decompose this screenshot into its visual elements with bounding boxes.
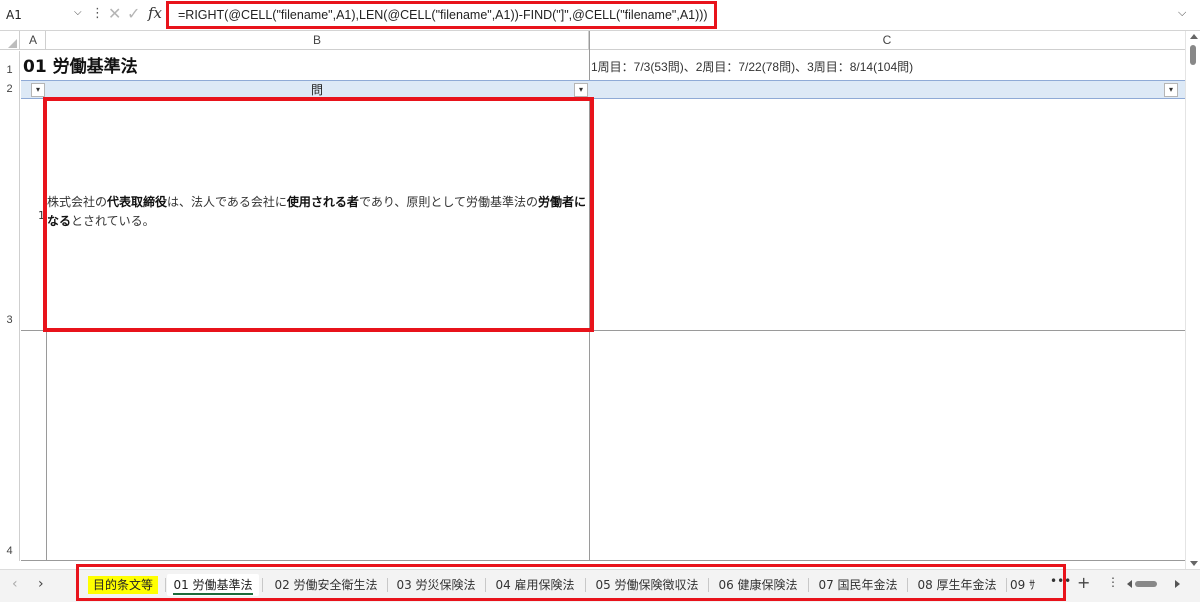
- sheet-menu-icon[interactable]: ⋮: [1107, 575, 1119, 589]
- vertical-scrollbar[interactable]: [1185, 31, 1200, 569]
- column-header-c[interactable]: C: [589, 31, 1185, 50]
- enter-icon[interactable]: ✓: [127, 4, 140, 23]
- row-header-3[interactable]: 3: [0, 99, 20, 330]
- scroll-left-icon[interactable]: [1127, 580, 1132, 588]
- scroll-up-icon[interactable]: [1190, 34, 1198, 39]
- row-header-4[interactable]: 4: [0, 330, 20, 561]
- sheet-title-cell[interactable]: 01 労働基準法: [23, 52, 138, 77]
- formula-input[interactable]: =RIGHT(@CELL("filename",A1),LEN(@CELL("f…: [166, 1, 717, 29]
- column-header-b[interactable]: B: [46, 31, 589, 50]
- formula-bar: A1 ⌵ ⋮ ✕ ✓ fx =RIGHT(@CELL("filename",A1…: [0, 0, 1200, 31]
- column-headers: A B C: [0, 31, 1185, 50]
- row-4-bottom-border: [21, 560, 1185, 561]
- row-header-1[interactable]: 1: [0, 51, 20, 80]
- study-log-cell[interactable]: 1周目：7/3(53問)、2周目：7/22(78問)、3周目：8/14(104問…: [591, 58, 913, 75]
- next-sheet-icon[interactable]: ›: [38, 576, 44, 592]
- row-header-2[interactable]: 2: [0, 80, 20, 99]
- expand-formula-bar-icon[interactable]: ⌵: [1178, 6, 1186, 20]
- scroll-right-icon[interactable]: [1175, 580, 1180, 588]
- add-sheet-icon[interactable]: +: [1077, 573, 1090, 592]
- cancel-icon[interactable]: ✕: [108, 4, 121, 23]
- horizontal-scroll-thumb[interactable]: [1135, 581, 1157, 587]
- highlight-box-sheet-tabs: [76, 564, 1066, 601]
- filter-dropdown-icon[interactable]: ▾: [574, 83, 588, 97]
- question-column-header: 問: [311, 83, 324, 97]
- scroll-thumb[interactable]: [1190, 45, 1196, 65]
- filter-dropdown-icon[interactable]: ▾: [31, 83, 45, 97]
- insert-function-icon[interactable]: fx: [148, 4, 162, 22]
- select-all-button[interactable]: [0, 31, 20, 50]
- previous-sheet-icon[interactable]: ‹: [12, 576, 18, 592]
- more-options-icon[interactable]: ⋮: [91, 6, 104, 21]
- scroll-down-icon[interactable]: [1190, 561, 1198, 566]
- highlight-box-question: [43, 97, 594, 332]
- filter-dropdown-icon[interactable]: ▾: [1164, 83, 1178, 97]
- column-header-a[interactable]: A: [21, 31, 46, 50]
- chevron-down-icon[interactable]: ⌵: [74, 7, 82, 18]
